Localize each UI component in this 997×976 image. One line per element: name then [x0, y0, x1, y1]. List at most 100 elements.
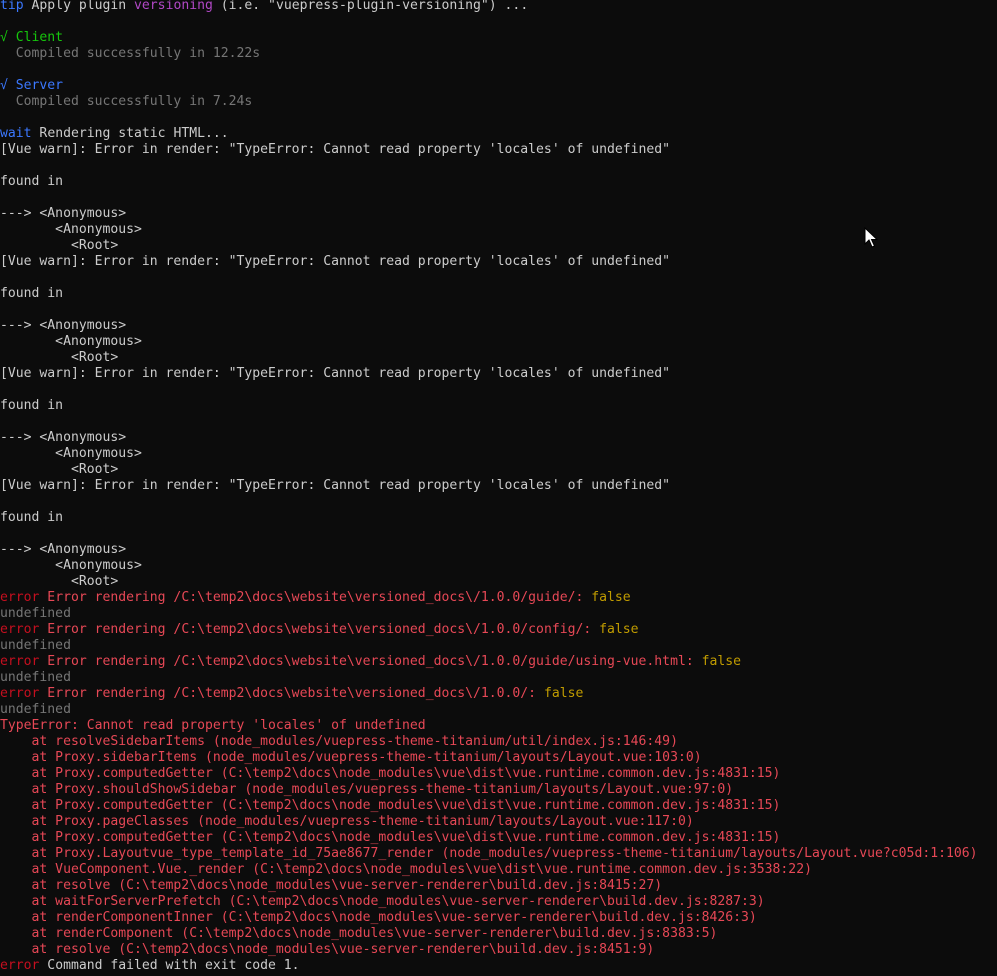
terminal-text: error	[0, 622, 40, 637]
terminal-line: error Error rendering /C:\temp2\docs\web…	[0, 622, 997, 638]
terminal-text: ---> <Anonymous>	[0, 430, 127, 445]
terminal-line: at Proxy.computedGetter (C:\temp2\docs\n…	[0, 766, 997, 782]
terminal-text: <Anonymous>	[0, 446, 142, 461]
terminal-text: Rendering static HTML...	[31, 126, 229, 141]
terminal-line: [Vue warn]: Error in render: "TypeError:…	[0, 478, 997, 494]
terminal-line: at resolve (C:\temp2\docs\node_modules\v…	[0, 878, 997, 894]
terminal-text: <Root>	[0, 350, 119, 365]
terminal-line: tip Apply plugin versioning (i.e. "vuepr…	[0, 0, 997, 14]
terminal-text: found in	[0, 174, 64, 189]
terminal-text: at VueComponent.Vue._render (C:\temp2\do…	[0, 862, 812, 877]
terminal-text: Command failed with exit code 1.	[39, 958, 300, 973]
terminal-line: undefined	[0, 702, 997, 718]
terminal-line: at Proxy.shouldShowSidebar (node_modules…	[0, 782, 997, 798]
terminal-text: [Vue warn]: Error in render: "TypeError:…	[0, 142, 671, 157]
terminal-text: false	[599, 622, 639, 637]
terminal-text: (i.e. "vuepress-plugin-versioning") ...	[212, 0, 529, 13]
terminal-line: found in	[0, 398, 997, 414]
terminal-text: at Proxy.Layoutvue_type_template_id_75ae…	[0, 846, 978, 861]
terminal-text: at resolve (C:\temp2\docs\node_modules\v…	[0, 878, 663, 893]
terminal-text: at renderComponentInner (C:\temp2\docs\n…	[0, 910, 757, 925]
terminal-text: found in	[0, 398, 64, 413]
terminal-line: at renderComponent (C:\temp2\docs\node_m…	[0, 926, 997, 942]
terminal-text: Error rendering /C:\temp2\docs\website\v…	[39, 622, 600, 637]
terminal-text: undefined	[0, 638, 71, 653]
terminal-line: √ Client	[0, 30, 997, 46]
terminal-line: ---> <Anonymous>	[0, 318, 997, 334]
terminal-text: TypeError: Cannot read property 'locales…	[0, 718, 426, 733]
terminal-line: error Error rendering /C:\temp2\docs\web…	[0, 654, 997, 670]
terminal-text: false	[591, 590, 631, 605]
terminal-text: error	[0, 686, 40, 701]
terminal-text: false	[543, 686, 584, 701]
terminal-line: <Anonymous>	[0, 446, 997, 462]
terminal-line: TypeError: Cannot read property 'locales…	[0, 718, 997, 734]
terminal-line: at waitForServerPrefetch (C:\temp2\docs\…	[0, 894, 997, 910]
mouse-pointer-icon	[864, 227, 878, 248]
terminal-text: <Root>	[0, 238, 119, 253]
terminal-text: [Vue warn]: Error in render: "TypeError:…	[0, 478, 671, 493]
terminal-line: <Anonymous>	[0, 334, 997, 350]
terminal-text: at waitForServerPrefetch (C:\temp2\docs\…	[0, 894, 765, 909]
terminal-line: at Proxy.Layoutvue_type_template_id_75ae…	[0, 846, 997, 862]
terminal-line: at Proxy.pageClasses (node_modules/vuepr…	[0, 814, 997, 830]
terminal-text: at Proxy.computedGetter (C:\temp2\docs\n…	[0, 830, 781, 845]
terminal-text: at renderComponent (C:\temp2\docs\node_m…	[0, 926, 718, 941]
terminal-line: wait Rendering static HTML...	[0, 126, 997, 142]
terminal-text: false	[701, 654, 742, 669]
terminal-line: <Root>	[0, 350, 997, 366]
terminal-line: ---> <Anonymous>	[0, 206, 997, 222]
terminal-text: <Anonymous>	[0, 222, 142, 237]
terminal-line: error Error rendering /C:\temp2\docs\web…	[0, 686, 997, 702]
terminal-text: Error rendering /C:\temp2\docs\website\v…	[39, 686, 544, 701]
terminal-line: at Proxy.computedGetter (C:\temp2\docs\n…	[0, 830, 997, 846]
terminal-line: error Error rendering /C:\temp2\docs\web…	[0, 590, 997, 606]
terminal-line: <Root>	[0, 462, 997, 478]
terminal-output[interactable]: tip Apply plugin versioning (i.e. "vuepr…	[0, 0, 997, 976]
terminal-line: undefined	[0, 638, 997, 654]
terminal-text: at Proxy.shouldShowSidebar (node_modules…	[0, 782, 734, 797]
terminal-text: √ Client	[0, 30, 64, 45]
terminal-line: ---> <Anonymous>	[0, 430, 997, 446]
terminal-text: <Root>	[0, 462, 119, 477]
terminal-text: Apply plugin	[23, 0, 135, 13]
terminal-line: [Vue warn]: Error in render: "TypeError:…	[0, 142, 997, 158]
terminal-line: √ Server	[0, 78, 997, 94]
terminal-text: undefined	[0, 702, 71, 717]
terminal-text: Error rendering /C:\temp2\docs\website\v…	[39, 654, 702, 669]
terminal-line: [Vue warn]: Error in render: "TypeError:…	[0, 366, 997, 382]
terminal-line: found in	[0, 286, 997, 302]
terminal-line: <Root>	[0, 238, 997, 254]
terminal-line: at Proxy.computedGetter (C:\temp2\docs\n…	[0, 798, 997, 814]
terminal-text: Compiled successfully in 12.22s	[0, 46, 261, 61]
terminal-line: undefined	[0, 606, 997, 622]
terminal-text: error	[0, 654, 40, 669]
terminal-text: found in	[0, 286, 64, 301]
terminal-text: <Anonymous>	[0, 558, 142, 573]
terminal-text: found in	[0, 510, 64, 525]
terminal-line: found in	[0, 174, 997, 190]
terminal-line: [Vue warn]: Error in render: "TypeError:…	[0, 254, 997, 270]
terminal-text: √ Server	[0, 78, 64, 93]
terminal-line: <Anonymous>	[0, 222, 997, 238]
terminal-text: at Proxy.pageClasses (node_modules/vuepr…	[0, 814, 694, 829]
terminal-line: at renderComponentInner (C:\temp2\docs\n…	[0, 910, 997, 926]
terminal-line: undefined	[0, 670, 997, 686]
terminal-text: ---> <Anonymous>	[0, 206, 127, 221]
terminal-line: at Proxy.sidebarItems (node_modules/vuep…	[0, 750, 997, 766]
terminal-text: ---> <Anonymous>	[0, 318, 127, 333]
terminal-text: at resolveSidebarItems (node_modules/vue…	[0, 734, 678, 749]
terminal-line: <Root>	[0, 574, 997, 590]
terminal-text: at resolve (C:\temp2\docs\node_modules\v…	[0, 942, 655, 957]
terminal-text: wait	[0, 126, 32, 141]
terminal-line: Compiled successfully in 12.22s	[0, 46, 997, 62]
